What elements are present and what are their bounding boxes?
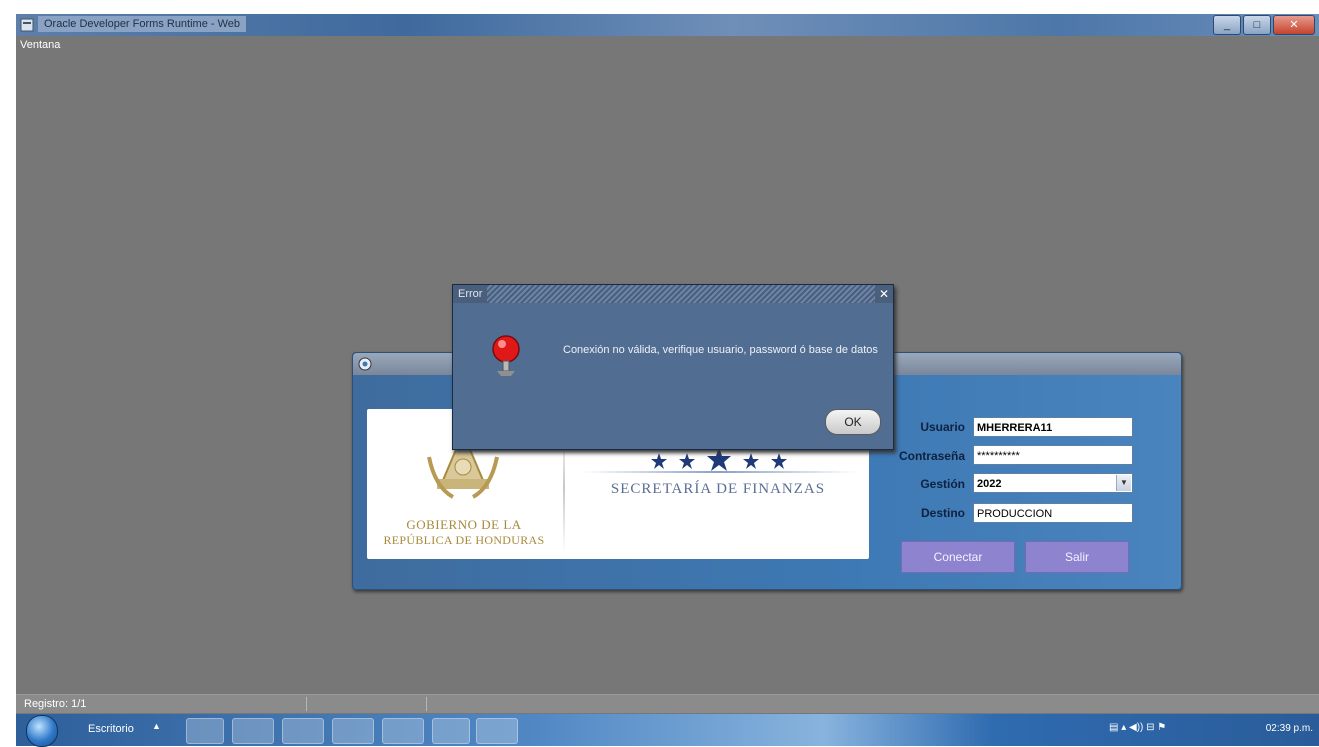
taskbar-chrome-icon[interactable] [332,718,374,744]
maximize-button[interactable]: □ [1243,15,1271,35]
destino-label: Destino [920,506,965,520]
gobierno-line-2: REPÚBLICA DE HONDURAS [383,533,545,547]
taskbar-ie-icon[interactable] [232,718,274,744]
stars-underline [581,471,857,473]
taskbar-clock[interactable]: 02:39 p.m. [1266,723,1313,734]
menu-bar: Ventana [16,36,1319,56]
title-bar: Oracle Developer Forms Runtime - Web _ □… [16,14,1319,36]
forms-app-icon [20,18,34,32]
contrasena-input[interactable]: ********** [973,445,1133,465]
gobierno-line-1: GOBIERNO DE LA [406,517,522,532]
taskbar-media-icon[interactable] [282,718,324,744]
error-dialog: Error ✕ Conexión no válida, verifique us… [452,284,894,450]
record-indicator: Registro: 1/1 [24,698,87,710]
error-dialog-title: Error [453,285,488,303]
status-separator [306,697,307,711]
usuario-input[interactable]: MHERRERA11 [973,417,1133,437]
close-button[interactable]: ✕ [1273,15,1315,35]
secretaria-title: SECRETARÍA DE FINANZAS [610,481,826,497]
status-separator [426,697,427,711]
salir-button[interactable]: Salir [1025,541,1129,573]
desktop-toolbar-label[interactable]: Escritorio [88,723,134,735]
taskbar-app-icon[interactable] [382,718,424,744]
window-title: Oracle Developer Forms Runtime - Web [38,16,247,32]
menu-item-ventana[interactable]: Ventana [20,39,60,51]
gestion-select[interactable]: 2022 ▼ [973,473,1133,493]
screen: Oracle Developer Forms Runtime - Web _ □… [16,14,1319,747]
status-bar: Registro: 1/1 [16,694,1319,713]
error-message: Conexión no válida, verifique usuario, p… [563,344,878,356]
gestion-value: 2022 [977,478,1002,490]
error-close-icon[interactable]: ✕ [875,285,893,303]
taskbar-forms-icon[interactable] [476,718,518,744]
destino-input[interactable]: PRODUCCION [973,503,1133,523]
dropdown-arrow-icon[interactable]: ▼ [1116,475,1131,491]
login-window-icon [358,357,372,371]
start-button[interactable] [26,715,58,747]
chevron-up-icon[interactable]: ▲ [152,721,161,731]
minimize-button[interactable]: _ [1213,15,1241,35]
system-tray-icons[interactable]: ▤ ▴ ◀)) ⊟ ⚑ [1109,722,1229,738]
ok-button[interactable]: OK [825,409,881,435]
contrasena-label: Contraseña [898,449,965,463]
conectar-button[interactable]: Conectar [901,541,1015,573]
window-controls: _ □ ✕ [1213,15,1315,35]
error-stop-icon [492,335,520,376]
taskbar-explorer-icon[interactable] [186,718,224,744]
error-title-bar [453,285,893,303]
gestion-label: Gestión [920,477,965,491]
windows-taskbar: Escritorio ▲ ▤ ▴ ◀)) ⊟ ⚑ 02:39 p.m. [16,714,1319,747]
taskbar-app2-icon[interactable] [432,718,470,744]
